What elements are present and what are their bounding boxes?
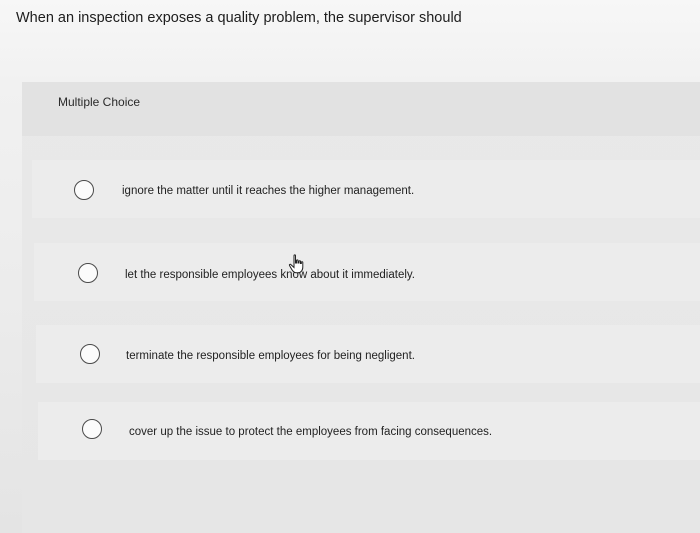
hand-pointer-icon [288,254,304,274]
option-2-radio[interactable] [78,263,98,283]
option-3-radio[interactable] [80,344,100,364]
option-3-label: terminate the responsible employees for … [126,350,415,362]
question-text: When an inspection exposes a quality pro… [16,10,462,26]
option-4-label: cover up the issue to protect the employ… [129,426,493,438]
question-type-label: Multiple Choice [58,95,141,109]
option-2-label: let the responsible employees know about… [125,269,415,281]
option-4-radio[interactable] [82,419,102,439]
option-1-radio[interactable] [74,180,94,200]
answer-option-4[interactable]: cover up the issue to protect the employ… [38,402,700,460]
answer-option-3[interactable]: terminate the responsible employees for … [36,325,700,383]
answer-option-1[interactable]: ignore the matter until it reaches the h… [32,160,700,218]
answer-option-2[interactable]: let the responsible employees know about… [34,243,700,301]
question-type-header [22,82,700,136]
answer-panel [22,82,700,533]
option-1-label: ignore the matter until it reaches the h… [122,185,415,197]
